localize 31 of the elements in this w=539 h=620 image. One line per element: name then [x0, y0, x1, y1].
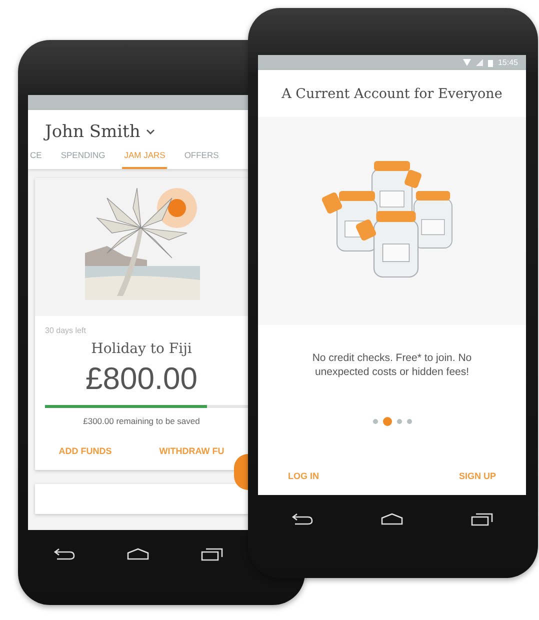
jar-title: Holiday to Fiji [90, 341, 193, 357]
intro-message: No credit checks. Free* to join. No unexpected costs or hidden fees! [311, 351, 473, 380]
home-icon[interactable] [380, 513, 404, 525]
tab[interactable]: JAM JARS [122, 150, 168, 169]
page-dot[interactable] [396, 419, 402, 424]
recents-icon[interactable] [470, 512, 493, 526]
tab[interactable]: SPENDING [58, 150, 108, 169]
action-button[interactable]: WITHDRAW FU [159, 446, 224, 456]
back-icon[interactable] [291, 513, 314, 525]
action-button[interactable]: ADD FUNDS [58, 446, 112, 456]
page-dot[interactable] [372, 419, 378, 424]
home-icon[interactable] [126, 548, 150, 560]
remaining-text: £300.00 remaining to be saved [82, 416, 201, 426]
signal-icon [476, 59, 483, 66]
wifi-icon [462, 59, 471, 66]
chevron-down-icon[interactable] [146, 129, 156, 135]
tab[interactable]: CE [28, 150, 44, 169]
action-button[interactable]: SIGN UP [458, 471, 496, 481]
status-time: 15:45 [498, 58, 518, 67]
action-button[interactable]: LOG IN [288, 471, 319, 481]
floating-action-button[interactable] [234, 454, 248, 490]
account-name: John Smith [45, 122, 140, 142]
recents-icon[interactable] [200, 548, 223, 560]
back-icon[interactable] [53, 548, 76, 560]
screen-title: A Current Account for Everyone [280, 85, 504, 104]
battery-icon [488, 58, 493, 66]
page-dot[interactable] [382, 417, 392, 426]
tab[interactable]: OFFERS [182, 150, 221, 169]
days-left: 30 days left [44, 325, 87, 335]
jar-amount: £800.00 [84, 361, 199, 397]
page-dot[interactable] [406, 419, 412, 424]
